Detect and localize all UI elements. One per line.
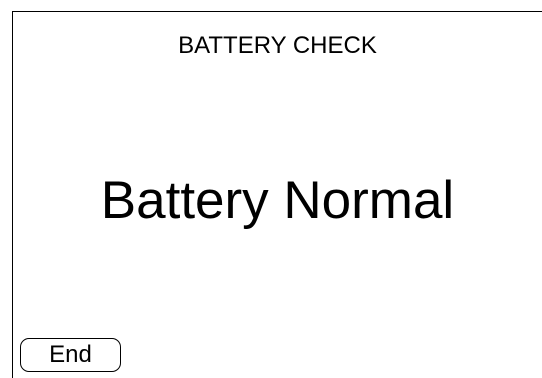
- page-title: BATTERY CHECK: [178, 32, 377, 59]
- end-button[interactable]: End: [20, 338, 121, 372]
- battery-status-text: Battery Normal: [100, 171, 455, 230]
- screen-border-top: [12, 11, 542, 12]
- battery-check-screen: BATTERY CHECK Battery Normal End: [0, 0, 542, 378]
